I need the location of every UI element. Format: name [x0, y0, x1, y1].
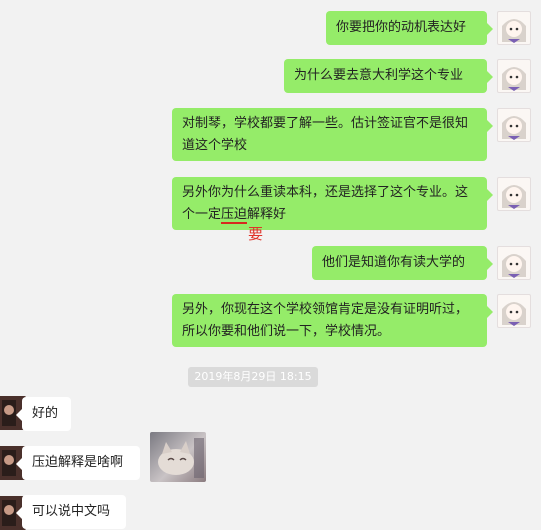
my-avatar-icon[interactable] [497, 294, 531, 328]
chat-bubble-incoming[interactable]: 好的 [16, 397, 71, 431]
my-avatar-icon[interactable] [497, 108, 531, 142]
chat-window: 你要把你的动机表达好 为什么要去意大利学这个专业 对制琴，学校都要了解一些。估计… [0, 0, 541, 530]
message-timestamp: 2019年8月29日 18:15 [188, 367, 318, 387]
my-avatar-icon[interactable] [497, 177, 531, 211]
underlined-word: 压迫 [221, 207, 248, 224]
chat-bubble-outgoing[interactable]: 另外你为什么重读本科，还是选择了这个专业。这个一定压迫解释好 [172, 177, 493, 230]
chat-bubble-outgoing[interactable]: 为什么要去意大利学这个专业 [284, 59, 493, 93]
chat-bubble-outgoing[interactable]: 你要把你的动机表达好 [326, 11, 493, 45]
message-text: 解释好 [247, 207, 287, 222]
chat-bubble-outgoing[interactable]: 另外，你现在这个学校领馆肯定是没有证明听过，所以你要和他们说一下，学校情况。 [172, 294, 493, 347]
my-avatar-icon[interactable] [497, 59, 531, 93]
chat-bubble-incoming[interactable]: 压迫解释是啥啊 [16, 446, 140, 480]
my-avatar-icon[interactable] [497, 246, 531, 280]
chat-bubble-outgoing[interactable]: 对制琴，学校都要了解一些。估计签证官不是很知道这个学校 [172, 108, 493, 161]
handwritten-correction: 要 [248, 225, 264, 243]
my-avatar-icon[interactable] [497, 11, 531, 45]
chat-bubble-outgoing[interactable]: 他们是知道你有读大学的 [312, 246, 493, 280]
chat-bubble-incoming[interactable]: 可以说中文吗 [16, 495, 126, 529]
cat-photo-sticker[interactable] [150, 432, 206, 482]
